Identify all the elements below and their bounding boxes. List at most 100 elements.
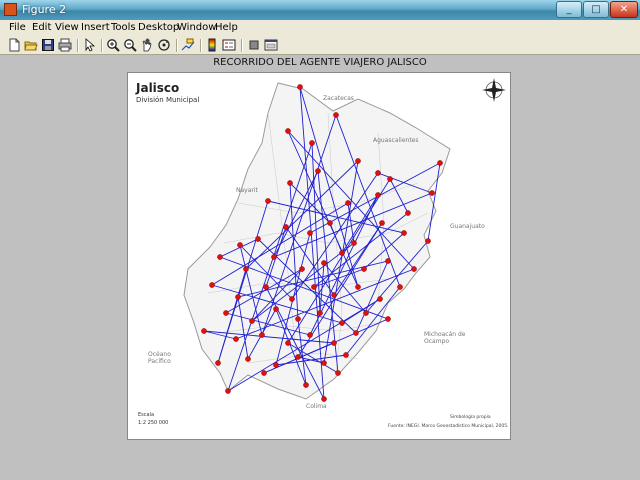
municipality-node [385, 316, 391, 322]
municipality-node [379, 220, 385, 226]
toolbar-separator [176, 39, 178, 52]
label-colima: Colima [306, 403, 327, 410]
compass-rose [482, 78, 506, 102]
municipality-node [287, 180, 293, 186]
municipality-node [335, 370, 341, 376]
municipality-node [321, 360, 327, 366]
menu-bar: File Edit View Insert Tools Desktop Wind… [0, 20, 640, 38]
municipality-node [271, 254, 277, 260]
plot-title: RECORRIDO DEL AGENTE VIAJERO JALISCO [213, 57, 427, 68]
data-cursor-icon[interactable] [181, 38, 195, 52]
show-plot-tools-icon[interactable] [264, 38, 278, 52]
municipality-node [285, 128, 291, 134]
source-line-1: Simbología propia [450, 415, 491, 420]
municipality-node [209, 282, 215, 288]
municipality-node [295, 354, 301, 360]
municipality-node [385, 258, 391, 264]
municipality-node [217, 254, 223, 260]
matlab-icon [4, 3, 17, 16]
municipality-node [437, 160, 443, 166]
edit-plot-arrow-icon[interactable] [83, 38, 97, 52]
municipality-node [401, 230, 407, 236]
municipality-node [265, 198, 271, 204]
municipality-node [375, 170, 381, 176]
menu-edit[interactable]: Edit [32, 22, 51, 33]
municipality-node [355, 284, 361, 290]
municipality-node [315, 168, 321, 174]
municipality-node [339, 320, 345, 326]
scale-value: 1:2 250 000 [138, 420, 169, 426]
municipality-node [283, 224, 289, 230]
municipality-node [429, 190, 435, 196]
municipality-node [235, 294, 241, 300]
municipality-node [249, 318, 255, 324]
municipality-node [343, 352, 349, 358]
figure-toolbar [0, 37, 640, 55]
municipality-node [411, 266, 417, 272]
municipality-node [303, 382, 309, 388]
municipality-node [387, 176, 393, 182]
municipality-node [331, 292, 337, 298]
source-line-2: Fuente: INEGI. Marco Geoestadístico Muni… [388, 424, 509, 429]
menu-window[interactable]: Window [177, 22, 216, 33]
zoom-out-icon[interactable] [123, 38, 137, 52]
municipality-node [285, 340, 291, 346]
municipality-node [363, 310, 369, 316]
new-figure-icon[interactable] [7, 38, 21, 52]
menu-insert[interactable]: Insert [81, 22, 110, 33]
plot-axes[interactable]: Jalisco División Municipal Zacatecas Agu… [127, 72, 511, 440]
municipality-node [295, 316, 301, 322]
scale-label: Escala [138, 412, 155, 418]
close-button[interactable]: ✕ [610, 1, 638, 18]
municipality-node [309, 140, 315, 146]
figure-window: Figure 2 _ □ ✕ File Edit View Insert Too… [0, 0, 640, 480]
municipality-node [299, 266, 305, 272]
municipality-node [297, 84, 303, 90]
label-guanajuato: Guanajuato [450, 223, 485, 230]
map-title: Jalisco [136, 81, 180, 95]
menu-file[interactable]: File [9, 22, 26, 33]
open-file-icon[interactable] [24, 38, 38, 52]
municipality-node [307, 230, 313, 236]
municipality-node [261, 370, 267, 376]
maximize-button[interactable]: □ [583, 1, 609, 18]
pan-hand-icon[interactable] [140, 38, 154, 52]
municipality-node [263, 284, 269, 290]
toolbar-separator [77, 39, 79, 52]
menu-view[interactable]: View [55, 22, 79, 33]
toolbar-separator [241, 39, 243, 52]
municipality-node [345, 200, 351, 206]
label-michoacan: Michoacán de Ocampo [424, 331, 466, 345]
municipality-node [397, 284, 403, 290]
menu-desktop[interactable]: Desktop [138, 22, 179, 33]
municipality-node [321, 260, 327, 266]
municipality-node [425, 238, 431, 244]
insert-legend-icon[interactable] [222, 38, 236, 52]
municipality-node [375, 192, 381, 198]
municipality-node [233, 336, 239, 342]
menu-help[interactable]: Help [215, 22, 238, 33]
municipality-node [333, 112, 339, 118]
insert-colorbar-icon[interactable] [205, 38, 219, 52]
toolbar-separator [101, 39, 103, 52]
map-graphic [183, 78, 506, 402]
municipality-node [201, 328, 207, 334]
municipality-node [405, 210, 411, 216]
municipality-node [237, 242, 243, 248]
title-bar[interactable]: Figure 2 _ □ ✕ [0, 0, 640, 20]
municipality-node [327, 220, 333, 226]
municipality-node [243, 266, 249, 272]
municipality-node [225, 388, 231, 394]
print-icon[interactable] [58, 38, 72, 52]
label-aguascalientes: Aguascalientes [373, 137, 419, 144]
hide-plot-tools-icon[interactable] [247, 38, 261, 52]
municipality-node [321, 396, 327, 402]
save-icon[interactable] [41, 38, 55, 52]
menu-tools[interactable]: Tools [111, 22, 136, 33]
minimize-button[interactable]: _ [556, 1, 582, 18]
window-title: Figure 2 [22, 3, 67, 16]
municipality-node [355, 158, 361, 164]
municipality-node [273, 362, 279, 368]
rotate-3d-icon[interactable] [157, 38, 171, 52]
zoom-in-icon[interactable] [106, 38, 120, 52]
